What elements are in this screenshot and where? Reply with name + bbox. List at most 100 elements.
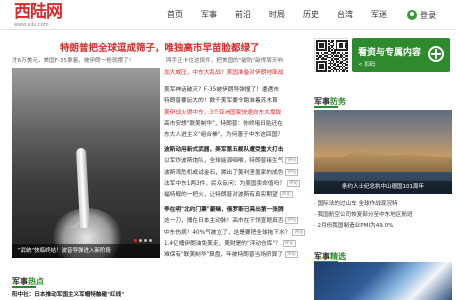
main-nav: 首页 军事 前沿 时局 历史 台湾 军迷	[158, 9, 396, 21]
qr-code	[314, 38, 348, 72]
news-list: 加大威压，中东大乱战？美国准备对伊朗地面战 美军神话破灭？F-35被伊朗导弹撞了！…	[164, 68, 324, 261]
qr-cell	[322, 46, 324, 48]
slide-dot[interactable]	[139, 239, 142, 242]
section-underline	[12, 286, 36, 288]
qr-cell	[332, 70, 335, 72]
list-item[interactable]: · 我国航空公司恢复部分至中东地区航班	[314, 210, 454, 221]
qr-cell	[338, 70, 341, 72]
news-item-text: 特朗普要玩大的！数千美军要令跑准着苏木首	[164, 98, 278, 105]
news-item-text: 波斯动用新式武器，美军第五舰队遭受重大打击	[164, 147, 284, 154]
news-item[interactable]: 波斯动用新式武器，美军第五舰队遭受重大打击	[164, 145, 324, 156]
news-item-text: 1.4亿桶伊朗油免美走，美财是的"浮动仓库"？	[164, 240, 281, 247]
section-highlight: 防务	[330, 97, 346, 106]
news-item-text: 美伊战火燃中东，3个亚洲国家快速向东大靠拢	[164, 109, 282, 116]
comment-badge[interactable]: 评论	[279, 191, 293, 199]
plus-icon	[428, 46, 444, 62]
news-item[interactable]: 加大威压，中东大乱战？美国准备对伊朗地面战	[164, 68, 324, 79]
comment-badge[interactable]: 评论	[285, 168, 299, 176]
slideshow-dots	[132, 239, 152, 242]
defense-photo[interactable]: 条约人士纪念执中山德国101周年	[314, 110, 452, 194]
qr-cell	[341, 46, 344, 48]
top-header: 西陆网 www.xilu.com 首页 军事 前沿 时局 历史 台湾 军迷 登录	[0, 0, 456, 30]
news-item-text: 这一刀，捅在日本主动脉！高市在下领宣题真否	[164, 218, 284, 225]
follow-sub: < 扣码	[358, 62, 376, 68]
hero-caption[interactable]: "武统"快临终结！波音导弹进入新阶段	[12, 244, 160, 258]
hot-news-item[interactable]: 阳中社：日本推动军国主义军帽特触碰"红线"	[12, 290, 124, 298]
comment-badge[interactable]: 评论	[284, 251, 298, 259]
qr-cell	[329, 70, 332, 72]
news-item[interactable]: 这一刀，捅在日本主动脉！高市在下领宣题真否 评论	[164, 216, 324, 227]
news-item-text: 李在明"北约门票"豪赌，俄罗斯已亮出第一张牌	[164, 207, 284, 214]
section-prefix: 军事	[314, 252, 330, 261]
news-item[interactable]: 难保有"联美制华"算盘，年被特朗普当场挤算了 评论	[164, 250, 324, 261]
top-headline[interactable]: 特朗普把全球逗成筛子，唯独高市早苗脸都绿了	[60, 40, 260, 54]
section-highlight: 精选	[330, 252, 346, 261]
comment-badge[interactable]: 评论	[287, 179, 300, 187]
qr-cell	[317, 58, 320, 60]
qr-cell	[346, 67, 348, 69]
news-item[interactable]: 李在明"北约门票"豪赌，俄罗斯已亮出第一张牌	[164, 205, 324, 216]
qr-cell	[346, 52, 348, 54]
qr-cell	[335, 70, 338, 72]
news-item[interactable]: 美伊战火燃中东，3个亚洲国家快速向东大靠拢	[164, 108, 324, 119]
logo-url: www.xilu.com	[14, 22, 49, 28]
news-item-text: 加大威压，中东大乱战？美国准备对伊朗地面战	[164, 70, 284, 76]
news-item[interactable]: 美军神话破灭？F-35被伊朗导弹撞了！遭遇市	[164, 85, 324, 96]
slide-dot[interactable]	[144, 239, 147, 242]
news-item-text: 美军神话破灭？F-35被伊朗导弹撞了！遭遇市	[164, 87, 279, 94]
nav-taiwan[interactable]: 台湾	[328, 9, 362, 21]
section-prefix: 军事	[314, 97, 330, 106]
user-icon	[407, 10, 417, 20]
nav-frontier[interactable]: 前沿	[226, 9, 260, 21]
page: 西陆网 www.xilu.com 首页 军事 前沿 时局 历史 台湾 军迷 登录…	[0, 0, 456, 300]
qr-cell	[331, 49, 333, 51]
qr-cell	[346, 70, 348, 72]
news-item[interactable]: 特朗普要玩大的！数千美军要令跑准着苏木首	[164, 96, 324, 107]
follow-banner[interactable]: 看资与专属内容 < 扣码	[352, 38, 450, 72]
featured-photo[interactable]	[314, 262, 452, 300]
section-prefix: 军事	[12, 277, 28, 286]
news-item[interactable]: 以军炸波斯炮队，全球能源咽喉，特朗普接生气 评论	[164, 156, 324, 167]
news-item-text: 东大人进主义"组合拳"，为何善于中东这回国？	[164, 132, 283, 139]
news-item[interactable]: 东大人进主义"组合拳"，为何善于中东这回国？	[164, 130, 324, 141]
list-item[interactable]: · 国际法的过山车 全球作战现况特	[314, 199, 454, 210]
news-item-text: 以军炸波斯炮队，全球能源咽喉，特朗普接生气	[164, 158, 284, 165]
news-item[interactable]: 1.4亿桶伊朗油免美走，美财是的"浮动仓库"？ 评论	[164, 239, 324, 250]
news-item-text: 波斯湾危机或试金石，拥出了美利坚盖家的成色	[164, 169, 284, 176]
login-button[interactable]: 登录	[407, 9, 436, 21]
news-item[interactable]: 法军中东1两3件，民众反问：为美国卖命值吗？ 评论	[164, 179, 324, 190]
news-item[interactable]: 波斯湾危机或试金石，拥出了美利坚盖家的成色 评论	[164, 168, 324, 179]
comment-badge[interactable]: 评论	[285, 217, 299, 225]
qr-cell	[346, 58, 348, 60]
section-underline	[314, 106, 338, 108]
defense-news-list: · 国际法的过山车 全球作战现况特 · 我国航空公司恢复部分至中东地区航班 · …	[314, 199, 454, 232]
qr-cell	[325, 49, 327, 51]
news-item[interactable]: 中东伤病！40%气被立了，这是要把全球拖下水？ 评论	[164, 228, 324, 239]
news-item-text: 难保有"联美制华"算盘，年被特朗普当场挤算了	[164, 252, 283, 259]
sub-headline-right[interactable]: 两手正卡住这挑件，把美国的"破防"敲得周天响	[166, 56, 283, 64]
news-item[interactable]: 高市安想"联美制华"，特朗普：你终堵日贴还在	[164, 119, 324, 130]
news-item-text: 高市安想"联美制华"，特朗普：你终堵日贴还在	[164, 120, 283, 127]
slide-dot[interactable]	[134, 239, 137, 242]
list-item[interactable]: · 2月份我国制造业PMI为49.0%	[314, 221, 454, 232]
site-logo[interactable]: 西陆网 www.xilu.com	[14, 3, 74, 29]
nav-home[interactable]: 首页	[158, 9, 192, 21]
qr-cell	[322, 67, 324, 69]
hero-slideshow[interactable]: "武统"快临终结！波音导弹进入新阶段	[12, 68, 160, 258]
nav-current-affairs[interactable]: 时局	[260, 9, 294, 21]
slide-dot[interactable]	[149, 239, 152, 242]
qr-cell	[346, 64, 348, 66]
nav-military[interactable]: 军事	[192, 9, 226, 21]
nav-history[interactable]: 历史	[294, 9, 328, 21]
photo-fortress	[314, 150, 452, 172]
sub-headline-left[interactable]: 才6万美元，美国F-35拿着，被伊朗一枪就摆了！	[12, 56, 134, 64]
qr-cell	[346, 61, 348, 63]
news-item[interactable]: 福特舰的一把火，让特朗普对波斯有真实期望 评论	[164, 190, 324, 201]
comment-badge[interactable]: 评论	[292, 228, 306, 236]
photo-caption: 条约人士纪念执中山德国101周年	[314, 181, 452, 194]
qr-cell	[343, 70, 345, 72]
comment-badge[interactable]: 评论	[282, 239, 296, 247]
qr-cell	[325, 58, 327, 60]
nav-military-fans[interactable]: 军迷	[362, 9, 396, 21]
comment-badge[interactable]: 评论	[285, 157, 299, 165]
